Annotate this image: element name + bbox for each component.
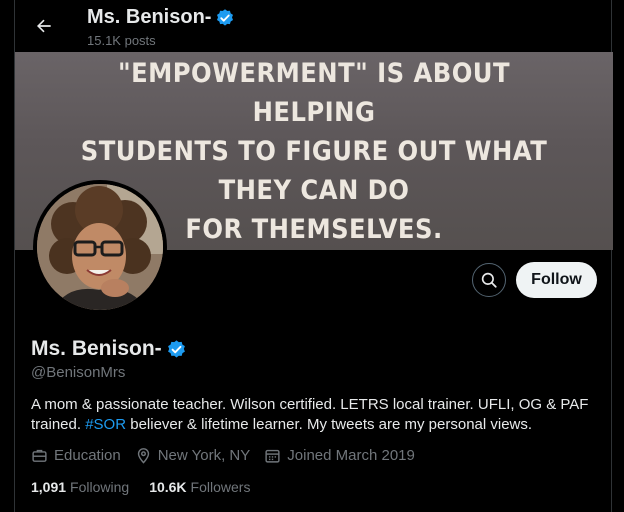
avatar-photo [37,184,163,310]
following-link[interactable]: 1,091 Following [31,479,129,495]
verified-badge-icon[interactable] [166,339,187,360]
profile-handle: @BenisonMrs [31,364,126,381]
meta-category-text: Education [54,447,121,464]
briefcase-icon [32,449,47,462]
profile-name: Ms. Benison- [31,337,187,361]
meta-location: New York, NY [135,447,251,464]
profile-bio: A mom & passionate teacher. Wilson certi… [31,395,601,435]
profile-column: Ms. Benison- 15.1K posts "EMPOWERMENT" I… [14,0,613,512]
post-count: 15.1K posts [87,33,156,48]
top-header: Ms. Benison- 15.1K posts [15,0,611,52]
followers-link[interactable]: 10.6K Followers [149,479,250,495]
avatar[interactable] [33,180,167,314]
search-profile-button[interactable] [472,263,506,297]
banner-quote-line: "EMPOWERMENT" IS ABOUT HELPING [117,57,511,128]
search-icon [481,272,497,288]
bio-text: believer & lifetime learner. My tweets a… [126,416,533,433]
meta-joined: Joined March 2019 [264,447,415,464]
meta-joined-text: Joined March 2019 [287,447,415,464]
back-arrow-icon [37,19,51,33]
location-pin-icon [137,448,149,464]
header-name: Ms. Benison- [87,6,212,28]
calendar-icon [265,449,280,463]
meta-category: Education [31,447,121,464]
follow-button[interactable]: Follow [516,262,597,298]
followers-label: Followers [190,479,251,495]
header-title: Ms. Benison- [87,6,235,29]
following-label: Following [70,479,130,495]
following-count: 1,091 [31,479,67,495]
profile-stats: 1,091 Following 10.6K Followers [31,479,250,495]
profile-meta: Education New York, NY Joined March 2019 [31,447,415,464]
bio-hashtag-link[interactable]: #SOR [85,416,126,433]
meta-location-text: New York, NY [157,447,251,464]
profile-display-name: Ms. Benison- [31,337,162,360]
verified-badge-icon [217,8,234,26]
back-button[interactable] [33,15,55,37]
followers-count: 10.6K [149,479,187,495]
